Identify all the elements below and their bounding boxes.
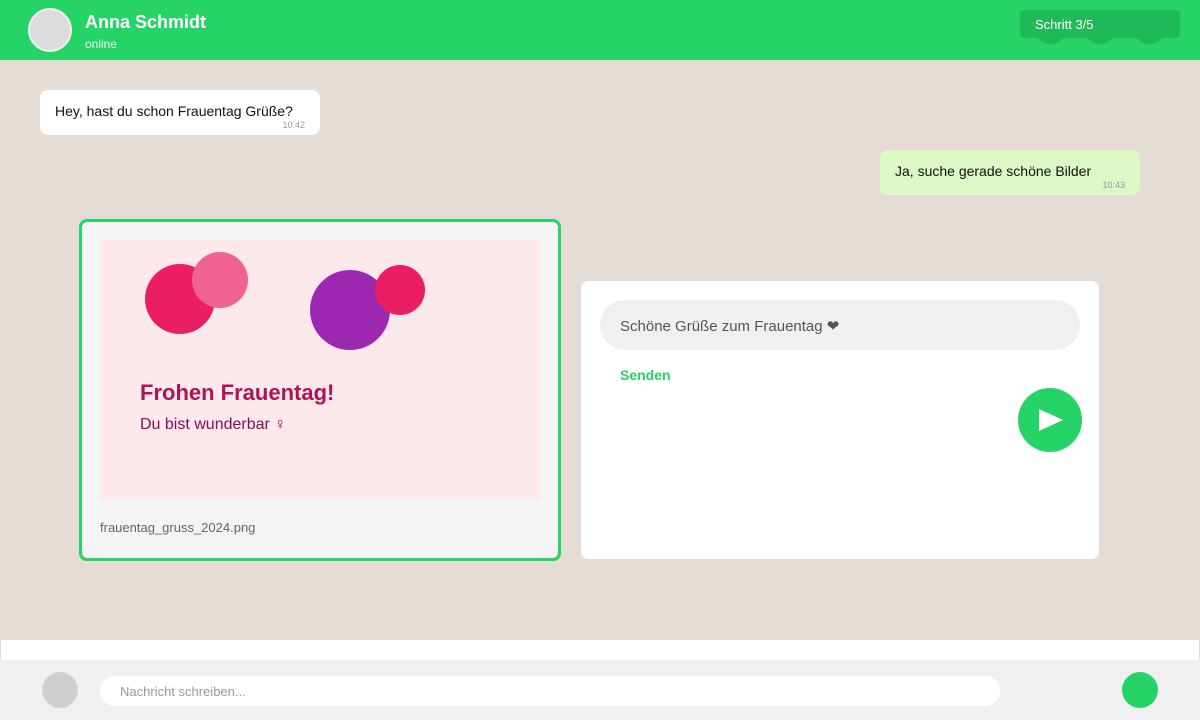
decor-circle — [375, 265, 425, 315]
message-bubble-outgoing[interactable]: Ja, suche gerade schöne Bilder 10:43 — [880, 150, 1140, 195]
message-bubble-incoming[interactable]: Hey, hast du schon Frauentag Grüße? 10:4… — [40, 90, 320, 135]
message-input[interactable] — [100, 676, 1000, 706]
mic-icon[interactable] — [1122, 672, 1158, 708]
emoji-icon[interactable] — [42, 672, 78, 708]
message-time: 10:43 — [1102, 180, 1125, 190]
step-badge: Schritt 3/5 — [1020, 10, 1180, 38]
send-icon — [1039, 409, 1063, 431]
contact-avatar[interactable] — [28, 8, 72, 52]
input-bar — [0, 660, 1200, 720]
greeting-image-card[interactable]: Frohen Frauentag! Du bist wunderbar ♀ fr… — [79, 219, 561, 561]
greeting-title: Frohen Frauentag! — [140, 380, 335, 405]
greeting-subtitle: Du bist wunderbar ♀ — [140, 416, 287, 433]
message-time: 10:42 — [282, 120, 305, 130]
chat-header: Anna Schmidt online Schritt 3/5 — [0, 0, 1200, 60]
message-text: Hey, hast du schon Frauentag Grüße? — [55, 103, 293, 119]
message-text: Ja, suche gerade schöne Bilder — [895, 163, 1092, 179]
send-link[interactable]: Senden — [620, 367, 671, 383]
greeting-message-field[interactable]: Schöne Grüße zum Frauentag ❤ — [600, 300, 1080, 350]
greeting-image[interactable]: Frohen Frauentag! Du bist wunderbar ♀ — [100, 240, 540, 500]
divider — [0, 640, 1200, 660]
contact-status: online — [85, 37, 118, 51]
compose-panel: Schöne Grüße zum Frauentag ❤ Senden — [580, 280, 1100, 560]
contact-name[interactable]: Anna Schmidt — [85, 12, 206, 33]
send-button[interactable] — [1018, 388, 1082, 452]
image-filename: frauentag_gruss_2024.png — [100, 520, 256, 535]
decor-circle — [192, 252, 248, 308]
